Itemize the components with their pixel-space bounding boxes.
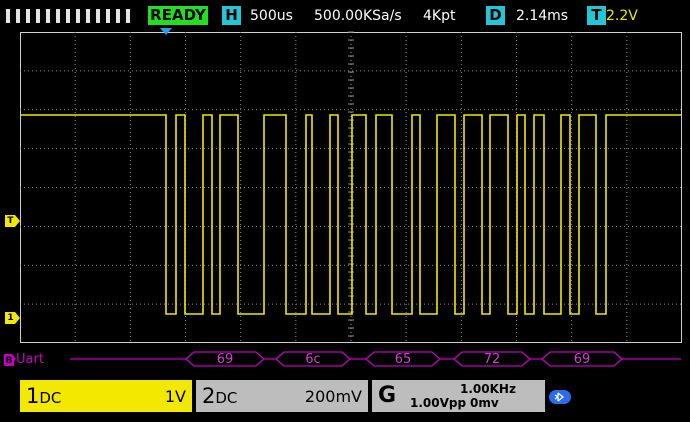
- generator-label: G: [378, 383, 397, 408]
- status-dot: [86, 9, 90, 23]
- generator-frequency: 1.00KHz: [460, 382, 516, 396]
- generator-amplitude: 1.00Vpp: [410, 396, 467, 410]
- status-bar: READY H 500us 500.00KSa/s 4Kpt D 2.14ms …: [0, 0, 690, 32]
- status-dot: [56, 9, 60, 23]
- status-dot: [6, 9, 10, 23]
- bus-badge: B: [4, 356, 14, 366]
- status-dot: [116, 9, 120, 23]
- channel1-scale: 1V: [164, 387, 186, 406]
- status-dot: [36, 9, 40, 23]
- generator-offset: 0mv: [470, 396, 499, 410]
- channel1-panel[interactable]: 1DC 1V: [20, 380, 192, 412]
- status-dot: [76, 9, 80, 23]
- status-dot: [126, 9, 130, 23]
- timebase-badge[interactable]: H: [222, 6, 241, 25]
- status-dot: [106, 9, 110, 23]
- memory-depth-value: 4Kpt: [423, 8, 456, 24]
- status-dot: [26, 9, 30, 23]
- uart-packet: 69: [573, 352, 591, 367]
- uart-packet: 65: [394, 352, 412, 367]
- trigger-level-value[interactable]: 2.2V: [606, 7, 638, 25]
- delay-badge[interactable]: D: [486, 6, 505, 25]
- run-state-indicator[interactable]: READY: [148, 6, 208, 25]
- decode-label[interactable]: B Uart: [4, 352, 44, 368]
- status-dot: [46, 9, 50, 23]
- decode-protocol-name: Uart: [16, 352, 44, 367]
- delay-value[interactable]: 2.14ms: [516, 7, 568, 25]
- channel2-coupling: DC: [215, 389, 238, 407]
- bluetooth-icon[interactable]: [549, 390, 571, 404]
- sample-rate-value: 500.00KSa/s: [314, 8, 402, 24]
- signal-generator-panel[interactable]: G 1.00KHz 1.00Vpp 0mv: [372, 380, 545, 412]
- channel1-coupling: DC: [39, 389, 62, 407]
- timebase-value[interactable]: 500us: [250, 7, 293, 25]
- uart-packet: 69: [216, 352, 234, 367]
- trigger-badge[interactable]: T: [587, 6, 606, 25]
- channel2-panel[interactable]: 2DC 200mV: [196, 380, 368, 412]
- trigger-level-marker[interactable]: T: [5, 216, 16, 227]
- uart-packet: 6c: [305, 352, 321, 367]
- status-dot: [66, 9, 70, 23]
- status-dot: [16, 9, 20, 23]
- channel1-marker[interactable]: 1: [5, 313, 16, 324]
- uart-packet: 72: [483, 352, 501, 367]
- waveform-display[interactable]: [20, 32, 682, 343]
- channel1-label: 1DC: [26, 384, 62, 408]
- status-dot: [96, 9, 100, 23]
- channel2-scale: 200mV: [304, 387, 362, 406]
- channel2-label: 2DC: [202, 384, 238, 408]
